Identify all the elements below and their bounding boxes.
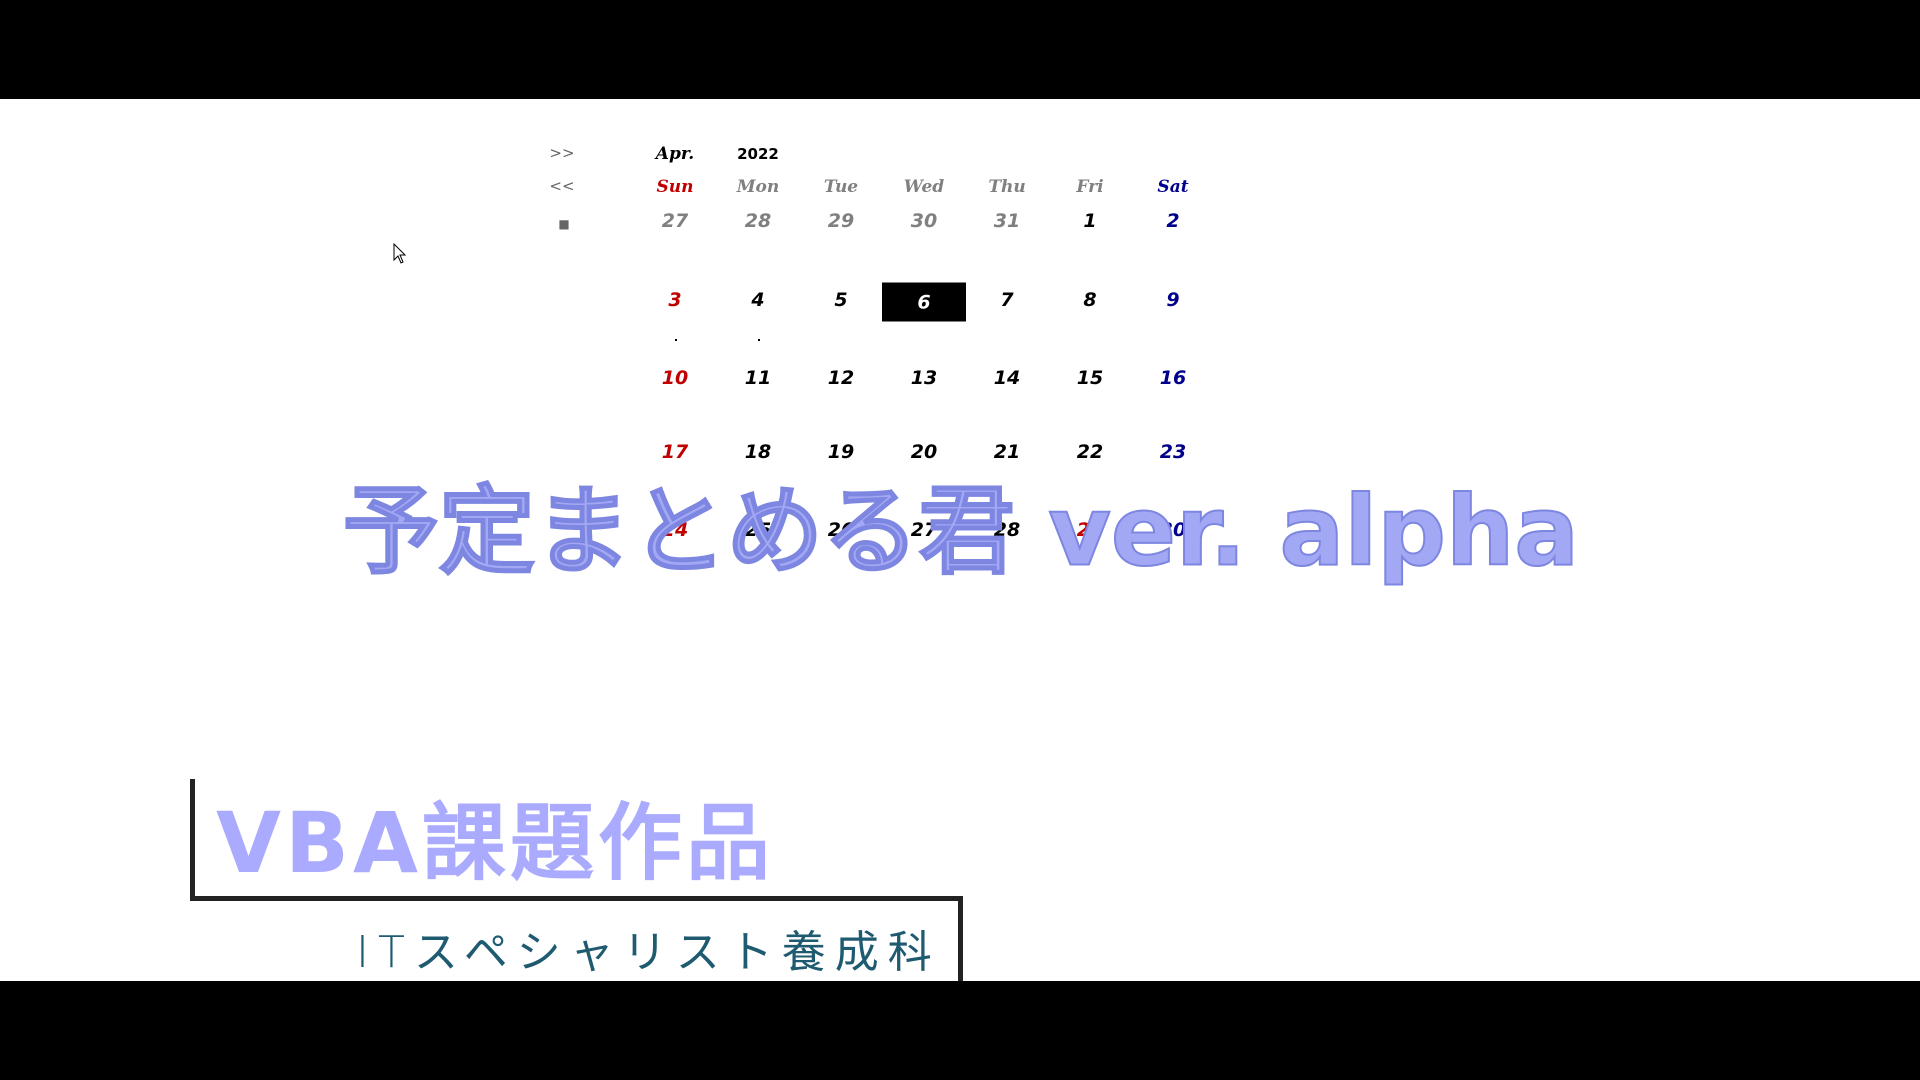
caption-heading: VBA課題作品 (216, 794, 775, 892)
prev-month-button[interactable]: << (547, 177, 577, 195)
calendar-day[interactable]: 13 (883, 360, 966, 396)
month-label: Apr. (655, 144, 695, 164)
calendar-day[interactable]: 12 (800, 360, 883, 396)
calendar-day-selected[interactable]: 6 (882, 282, 966, 322)
letterbox-bottom (0, 981, 1920, 1080)
calendar-day[interactable]: 10 (634, 360, 717, 396)
today-button[interactable]: ■ (549, 217, 579, 231)
calendar-day[interactable]: 11 (717, 360, 800, 396)
calendar-day[interactable]: 16 (1132, 360, 1215, 396)
event-marker (758, 339, 760, 341)
weekday-header-tue: Tue (823, 177, 859, 197)
year-label: 2022 (737, 145, 779, 163)
letterbox-top (0, 0, 1920, 99)
weekday-header-mon: Mon (736, 177, 780, 197)
weekday-header-sun: Sun (656, 177, 694, 197)
calendar-day[interactable]: 4 (717, 282, 800, 318)
weekday-header-fri: Fri (1076, 177, 1104, 197)
calendar-day[interactable]: 31 (966, 203, 1049, 239)
calendar-day[interactable]: 28 (717, 203, 800, 239)
weekday-header-sat: Sat (1157, 177, 1189, 197)
calendar-day[interactable]: 29 (800, 203, 883, 239)
overlay-title: 予定まとめる君 ver. alpha (342, 475, 1580, 589)
calendar-day[interactable]: 5 (800, 282, 883, 318)
calendar-day[interactable]: 14 (966, 360, 1049, 396)
next-month-button[interactable]: >> (547, 144, 577, 162)
calendar-day[interactable]: 2 (1132, 203, 1215, 239)
calendar-day[interactable]: 27 (634, 203, 717, 239)
calendar-day[interactable]: 3 (634, 282, 717, 318)
calendar-day[interactable]: 9 (1132, 282, 1215, 318)
calendar-day[interactable]: 30 (883, 203, 966, 239)
calendar-day[interactable]: 7 (966, 282, 1049, 318)
weekday-header-thu: Thu (988, 177, 1026, 197)
calendar-day[interactable]: 15 (1049, 360, 1132, 396)
caption-subheading: ITスペシャリスト養成科 (356, 927, 941, 978)
calendar-day[interactable]: 8 (1049, 282, 1132, 318)
weekday-header-wed: Wed (903, 177, 945, 197)
caption-frame-right (958, 896, 963, 988)
mouse-cursor-icon (393, 243, 407, 264)
caption-frame-left (190, 779, 195, 901)
calendar-day[interactable]: 1 (1049, 203, 1132, 239)
event-marker (675, 339, 677, 341)
